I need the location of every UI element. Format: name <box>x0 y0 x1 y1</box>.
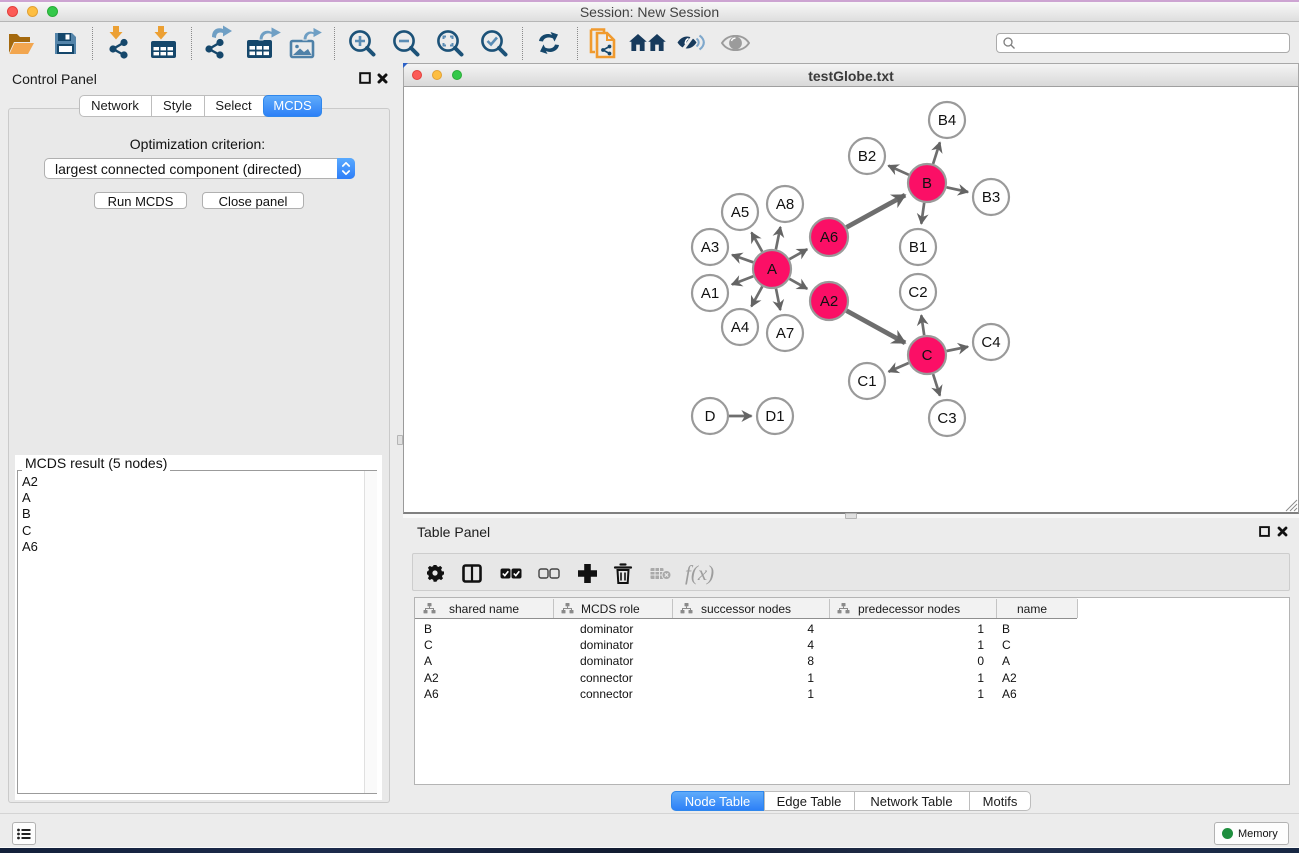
svg-text:C1: C1 <box>857 373 876 390</box>
svg-text:C4: C4 <box>981 334 1000 351</box>
svg-text:A7: A7 <box>776 325 794 342</box>
svg-text:B4: B4 <box>938 112 956 129</box>
svg-text:A4: A4 <box>731 319 749 336</box>
svg-text:A2: A2 <box>820 293 838 310</box>
svg-text:A6: A6 <box>820 229 838 246</box>
svg-text:B3: B3 <box>982 189 1000 206</box>
svg-text:A1: A1 <box>701 285 719 302</box>
svg-text:D1: D1 <box>765 408 784 425</box>
svg-text:B: B <box>922 175 932 192</box>
svg-text:B1: B1 <box>909 239 927 256</box>
svg-text:B2: B2 <box>858 148 876 165</box>
svg-text:C: C <box>922 347 933 364</box>
svg-text:C2: C2 <box>908 284 927 301</box>
svg-text:A: A <box>767 261 777 278</box>
svg-text:A8: A8 <box>776 196 794 213</box>
svg-text:A3: A3 <box>701 239 719 256</box>
svg-text:D: D <box>705 408 716 425</box>
svg-text:A5: A5 <box>731 204 749 221</box>
svg-text:C3: C3 <box>937 410 956 427</box>
